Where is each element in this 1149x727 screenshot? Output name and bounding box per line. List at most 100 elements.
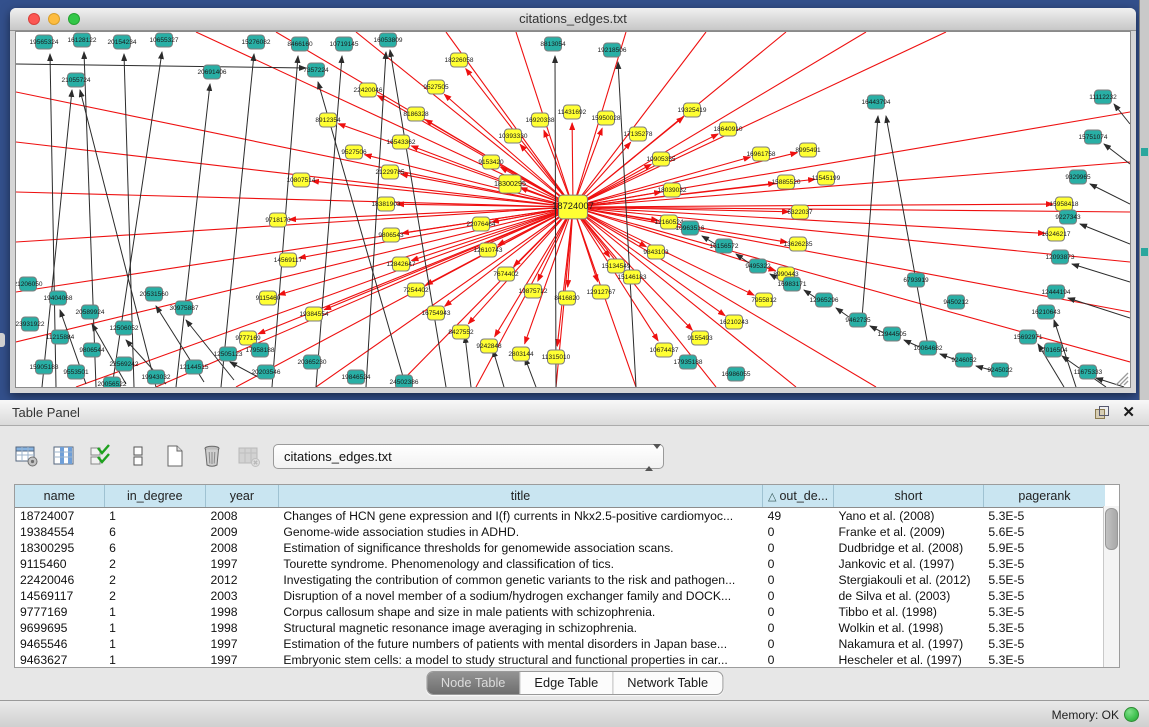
graph-edge-red[interactable] — [445, 207, 573, 306]
cell-year[interactable]: 2003 — [205, 588, 278, 604]
graph-edge-black[interactable] — [112, 52, 162, 387]
import-table-icon[interactable] — [236, 442, 262, 470]
cell-name[interactable]: 18724007 — [15, 508, 104, 525]
graph-edge-red[interactable] — [16, 192, 573, 207]
cell-out_degree[interactable]: 0 — [763, 652, 834, 668]
cell-in_degree[interactable]: 2 — [104, 556, 205, 572]
graph-edge-black[interactable] — [176, 84, 210, 387]
cell-title[interactable]: Estimation of significance thresholds fo… — [278, 540, 762, 556]
cell-pagerank[interactable]: 5.3E-5 — [983, 604, 1105, 620]
cell-pagerank[interactable]: 5.3E-5 — [983, 588, 1105, 604]
table-select-dropdown[interactable]: citations_edges.txt — [273, 444, 664, 469]
graph-edge-black[interactable] — [493, 350, 504, 387]
network-canvas[interactable]: 1830029591534201039333016920338114316921… — [15, 31, 1131, 388]
graph-edge-red[interactable] — [365, 155, 573, 207]
delete-icon[interactable] — [199, 442, 225, 470]
cell-out_degree[interactable]: 0 — [763, 588, 834, 604]
table-row[interactable]: 977716911998Corpus callosum shape and si… — [15, 604, 1105, 620]
table-scrollbar[interactable] — [1103, 506, 1119, 667]
cell-title[interactable]: Disruption of a novel member of a sodium… — [278, 588, 762, 604]
cell-year[interactable]: 1997 — [205, 636, 278, 652]
cell-in_degree[interactable]: 6 — [104, 524, 205, 540]
graph-edge-black[interactable] — [862, 116, 878, 318]
column-header-name[interactable]: name — [15, 485, 104, 508]
graph-edge-black[interactable] — [84, 52, 96, 387]
cell-in_degree[interactable]: 2 — [104, 572, 205, 588]
cell-year[interactable]: 1997 — [205, 652, 278, 668]
cell-in_degree[interactable]: 1 — [104, 508, 205, 525]
graph-edge-black[interactable] — [1090, 184, 1130, 204]
cell-short[interactable]: Tibbo et al. (1998) — [833, 604, 983, 620]
graph-edge-black[interactable] — [16, 64, 306, 68]
tab-edge-table[interactable]: Edge Table — [519, 672, 612, 694]
table-columns-icon[interactable] — [51, 442, 77, 470]
column-header-in_degree[interactable]: in_degree — [104, 485, 205, 508]
select-rows-icon[interactable] — [88, 442, 114, 470]
cell-pagerank[interactable]: 5.3E-5 — [983, 508, 1105, 525]
cell-name[interactable]: 14569117 — [15, 588, 104, 604]
cell-out_degree[interactable]: 0 — [763, 540, 834, 556]
table-row[interactable]: 1872400712008Changes of HCN gene express… — [15, 508, 1105, 525]
table-panel-titlebar[interactable]: Table Panel ✕ — [0, 400, 1149, 426]
column-header-title[interactable]: title — [278, 485, 762, 508]
graph-edge-red[interactable] — [401, 174, 573, 207]
cell-title[interactable]: Structural magnetic resonance image aver… — [278, 620, 762, 636]
cell-name[interactable]: 9777169 — [15, 604, 104, 620]
cell-title[interactable]: Changes of HCN gene expression and I(f) … — [278, 508, 762, 525]
cell-out_degree[interactable]: 0 — [763, 556, 834, 572]
cell-name[interactable]: 18300295 — [15, 540, 104, 556]
cell-year[interactable]: 2012 — [205, 572, 278, 588]
graph-edge-red[interactable] — [573, 204, 1053, 207]
cell-out_degree[interactable]: 0 — [763, 620, 834, 636]
cell-year[interactable]: 2009 — [205, 524, 278, 540]
network-graph[interactable]: 1830029591534201039333016920338114316921… — [16, 32, 1130, 387]
cell-name[interactable]: 9465546 — [15, 636, 104, 652]
graph-edge-black[interactable] — [80, 90, 156, 387]
close-panel-icon[interactable]: ✕ — [1122, 403, 1135, 421]
cell-short[interactable]: Franke et al. (2009) — [833, 524, 983, 540]
table-row[interactable]: 1830029562008Estimation of significance … — [15, 540, 1105, 556]
cell-name[interactable]: 9115460 — [15, 556, 104, 572]
table-row[interactable]: 911546021997Tourette syndrome. Phenomeno… — [15, 556, 1105, 572]
table-row[interactable]: 1456911722003Disruption of a novel membe… — [15, 588, 1105, 604]
tab-node-table[interactable]: Node Table — [427, 672, 520, 694]
cell-out_degree[interactable]: 0 — [763, 636, 834, 652]
cell-in_degree[interactable]: 1 — [104, 620, 205, 636]
cell-title[interactable]: Tourette syndrome. Phenomenology and cla… — [278, 556, 762, 572]
cell-in_degree[interactable]: 6 — [104, 540, 205, 556]
float-panel-icon[interactable] — [1095, 406, 1109, 420]
graph-edge-black[interactable] — [1072, 264, 1130, 282]
cell-year[interactable]: 2008 — [205, 540, 278, 556]
graph-edge-black[interactable] — [618, 62, 636, 387]
cell-year[interactable]: 2008 — [205, 508, 278, 525]
resize-grip-icon[interactable] — [1124, 381, 1128, 385]
cell-short[interactable]: Yano et al. (2008) — [833, 508, 983, 525]
cell-name[interactable]: 22420046 — [15, 572, 104, 588]
cell-short[interactable]: Jankovic et al. (1997) — [833, 556, 983, 572]
cell-year[interactable]: 1998 — [205, 604, 278, 620]
table-row[interactable]: 2242004622012Investigating the contribut… — [15, 572, 1105, 588]
cell-pagerank[interactable]: 5.5E-5 — [983, 572, 1105, 588]
cell-pagerank[interactable]: 5.6E-5 — [983, 524, 1105, 540]
cell-short[interactable]: Dudbridge et al. (2008) — [833, 540, 983, 556]
table-row[interactable]: 969969511998Structural magnetic resonanc… — [15, 620, 1105, 636]
cell-out_degree[interactable]: 0 — [763, 604, 834, 620]
cell-in_degree[interactable]: 1 — [104, 604, 205, 620]
graph-edge-black[interactable] — [1080, 224, 1130, 244]
graph-edge-red[interactable] — [572, 123, 573, 207]
graph-edge-red[interactable] — [299, 207, 573, 258]
network-window-titlebar[interactable]: citations_edges.txt — [10, 8, 1136, 31]
table-scrollbar-thumb[interactable] — [1105, 508, 1118, 550]
tab-network-table[interactable]: Network Table — [612, 672, 722, 694]
cell-name[interactable]: 9463627 — [15, 652, 104, 668]
graph-edge-black[interactable] — [1068, 298, 1130, 318]
table-row[interactable]: 946362711997Embryonic stem cells: a mode… — [15, 652, 1105, 668]
new-document-icon[interactable] — [162, 442, 188, 470]
cell-title[interactable]: Genome-wide association studies in ADHD. — [278, 524, 762, 540]
table-settings-icon[interactable] — [14, 442, 40, 470]
cell-year[interactable]: 1997 — [205, 556, 278, 572]
cell-title[interactable]: Embryonic stem cells: a model to study s… — [278, 652, 762, 668]
column-header-pagerank[interactable]: pagerank — [983, 485, 1105, 508]
cell-year[interactable]: 1998 — [205, 620, 278, 636]
row-height-icon[interactable] — [125, 442, 151, 470]
